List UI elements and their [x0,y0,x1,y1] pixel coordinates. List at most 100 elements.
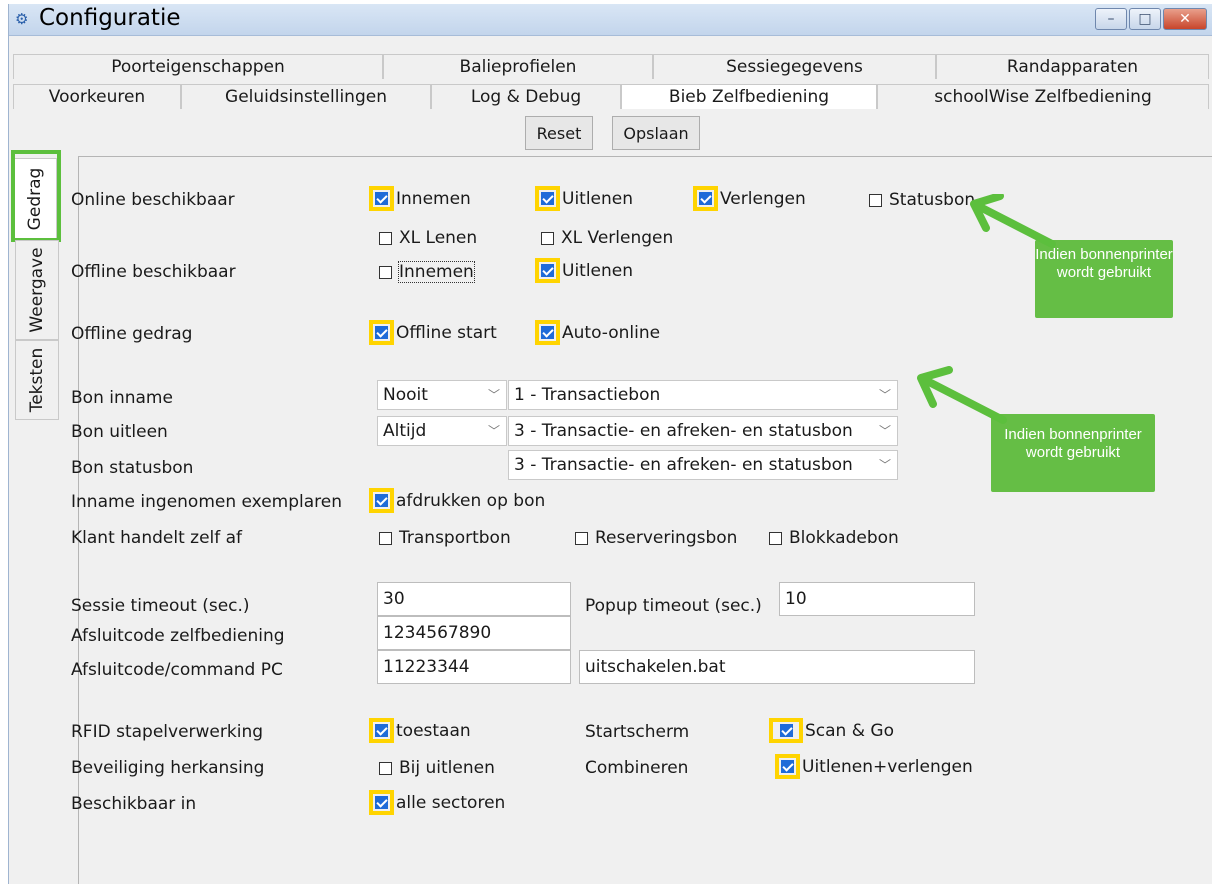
offline-uitlenen-checkbox[interactable]: Uitlenen [535,258,633,283]
alle-sectoren-checkbox[interactable]: alle sectoren [369,790,505,815]
title-bar: ⚙ Configuratie – □ ✕ [9,4,1212,36]
checkbox-box[interactable] [375,326,388,339]
chevron-down-icon: ﹀ [487,388,500,402]
online-uitlenen-label: Uitlenen [562,188,634,209]
blokkadebon-label: Blokkadebon [789,528,899,548]
offline-uitlenen-label: Uitlenen [562,260,634,281]
tab-teksten[interactable]: Teksten [15,340,59,420]
scan-go-checkbox[interactable]: Scan & Go [769,718,894,743]
arrow-icon [970,194,1056,248]
checkbox-box[interactable] [375,192,388,205]
afdrukken-op-bon-checkbox[interactable]: afdrukken op bon [369,488,545,513]
bon-statusbon-type-select[interactable]: 3 - Transactie- en afreken- en statusbon… [508,450,898,480]
offline-start-checkbox[interactable]: Offline start [369,320,497,345]
online-innemen-checkbox[interactable]: Innemen [369,186,471,211]
uitlenen-verlengen-label: Uitlenen+verlengen [802,756,973,777]
chevron-down-icon: ﹀ [878,458,891,472]
tab-geluidsinstellingen[interactable]: Geluidsinstellingen [181,84,431,109]
transportbon-checkbox[interactable]: Transportbon [379,528,511,548]
uitlenen-verlengen-checkbox[interactable]: Uitlenen+verlengen [775,754,973,779]
checkbox-box[interactable] [869,193,882,207]
save-button[interactable]: Opslaan [612,116,700,150]
tab-balieprofielen[interactable]: Balieprofielen [383,54,653,79]
bon-uitleen-label: Bon uitleen [71,422,168,442]
gedrag-highlight [11,150,61,242]
popup-timeout-input[interactable]: 10 [779,582,975,616]
transportbon-label: Transportbon [399,528,511,548]
klant-label: Klant handelt zelf af [71,528,243,548]
checkbox-box[interactable] [779,724,793,737]
checkbox-box[interactable] [379,761,392,775]
highlight-box [535,186,560,211]
close-button[interactable]: ✕ [1163,8,1207,30]
chevron-down-icon: ﹀ [878,388,891,402]
bon-uitleen-when-select[interactable]: Altijd ﹀ [377,416,507,446]
offline-innemen-checkbox[interactable]: Innemen [379,261,475,283]
alle-sectoren-label: alle sectoren [396,792,506,813]
checkbox-box[interactable] [375,796,388,809]
online-verlengen-label: Verlengen [720,188,806,209]
tab-voorkeuren[interactable]: Voorkeuren [13,84,181,109]
reset-button[interactable]: Reset [525,116,593,150]
tab-poorteigenschappen[interactable]: Poorteigenschappen [13,54,383,79]
checkbox-box[interactable] [541,264,554,277]
checkbox-box[interactable] [781,760,794,773]
auto-online-checkbox[interactable]: Auto-online [535,320,660,345]
tab-schoolwise-zelfbediening[interactable]: schoolWise Zelfbediening [877,84,1209,109]
bon-inname-type-value: 1 - Transactiebon [514,385,661,405]
highlight-box [769,718,803,743]
bij-uitlenen-label: Bij uitlenen [399,758,495,778]
afsluitcode-pc-input[interactable]: 11223344 [377,650,571,684]
reserveringsbon-checkbox[interactable]: Reserveringsbon [575,528,737,548]
tab-weergave-label: Weergave [27,247,47,333]
highlight-box [775,754,800,779]
bon-statusbon-type-value: 3 - Transactie- en afreken- en statusbon [514,455,853,475]
bon-inname-type-select[interactable]: 1 - Transactiebon ﹀ [508,380,898,410]
beschikbaar-in-label: Beschikbaar in [71,794,197,814]
online-statusbon-checkbox[interactable]: Statusbon [869,190,975,210]
online-innemen-label: Innemen [396,188,471,209]
minimize-button[interactable]: – [1095,8,1127,30]
beveiliging-label: Beveiliging herkansing [71,758,265,778]
rfid-label: RFID stapelverwerking [71,722,264,742]
highlight-box [693,186,718,211]
afsluitcode-zelf-input[interactable]: 1234567890 [377,616,571,650]
checkbox-box[interactable] [541,326,554,339]
tab-weergave[interactable]: Weergave [15,240,59,340]
toestaan-checkbox[interactable]: toestaan [369,718,471,743]
tab-row-2: Voorkeuren Geluidsinstellingen Log & Deb… [13,84,1209,109]
bon-uitleen-type-select[interactable]: 3 - Transactie- en afreken- en statusbon… [508,416,898,446]
maximize-button[interactable]: □ [1129,8,1161,30]
checkbox-box[interactable] [575,531,588,545]
checkbox-box[interactable] [699,192,712,205]
checkbox-box[interactable] [379,231,392,245]
online-label: Online beschikbaar [71,190,235,210]
bon-inname-when-select[interactable]: Nooit ﹀ [377,380,507,410]
xl-verlengen-checkbox[interactable]: XL Verlengen [541,228,673,248]
xl-lenen-checkbox[interactable]: XL Lenen [379,228,477,248]
reserveringsbon-label: Reserveringsbon [595,528,738,548]
tab-bieb-zelfbediening[interactable]: Bieb Zelfbediening [621,84,877,109]
tab-log-debug[interactable]: Log & Debug [431,84,621,109]
chevron-down-icon: ﹀ [878,424,891,438]
window-title: Configuratie [39,5,181,31]
command-pc-input[interactable]: uitschakelen.bat [579,650,975,684]
tab-row-1: Poorteigenschappen Balieprofielen Sessie… [13,54,1209,79]
highlight-box [535,320,560,345]
tab-randapparaten[interactable]: Randapparaten [936,54,1209,79]
checkbox-box[interactable] [541,192,554,205]
sessie-timeout-input[interactable]: 30 [377,582,571,616]
bij-uitlenen-checkbox[interactable]: Bij uitlenen [379,758,495,778]
checkbox-box[interactable] [769,531,782,545]
online-verlengen-checkbox[interactable]: Verlengen [693,186,806,211]
blokkadebon-checkbox[interactable]: Blokkadebon [769,528,899,548]
checkbox-box[interactable] [379,531,392,545]
tab-sessiegegevens[interactable]: Sessiegegevens [653,54,936,79]
online-uitlenen-checkbox[interactable]: Uitlenen [535,186,633,211]
checkbox-box[interactable] [379,265,392,279]
checkbox-box[interactable] [541,231,554,245]
checkbox-box[interactable] [375,494,388,507]
highlight-box [369,790,394,815]
highlight-box [369,488,394,513]
checkbox-box[interactable] [375,724,388,737]
